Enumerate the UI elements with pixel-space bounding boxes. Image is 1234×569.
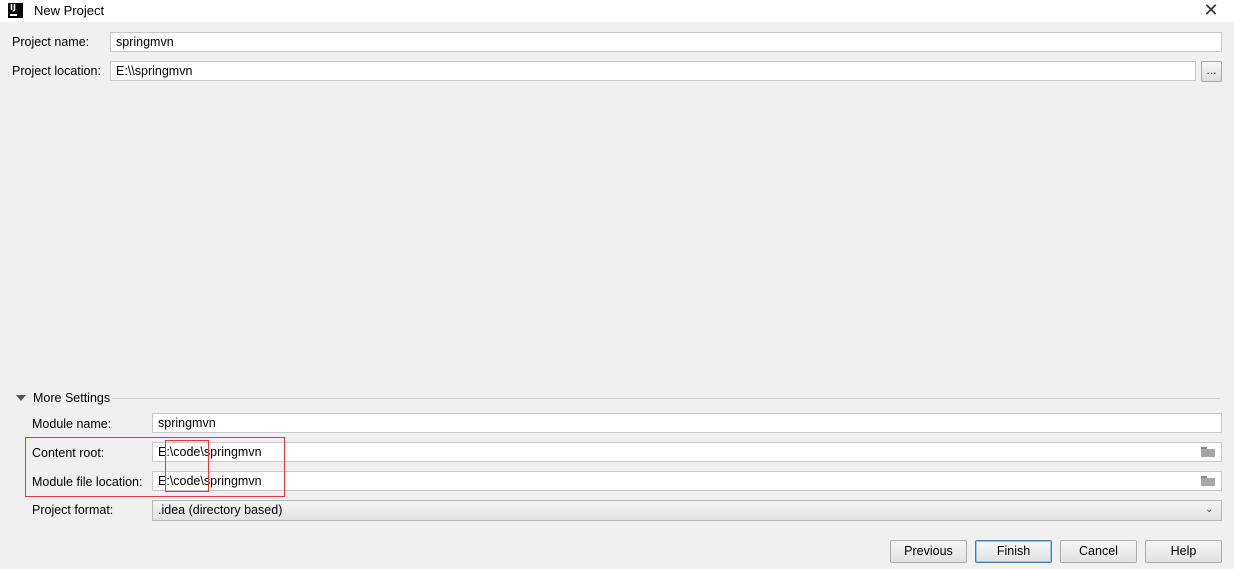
project-format-label: Project format: (32, 503, 114, 517)
cancel-button[interactable]: Cancel (1060, 540, 1137, 563)
expand-triangle-icon[interactable] (16, 395, 26, 401)
more-settings-label: More Settings (33, 391, 111, 405)
project-name-label: Project name: (12, 35, 90, 49)
browse-location-button[interactable]: ... (1201, 61, 1222, 82)
module-name-field[interactable]: springmvn (152, 413, 1222, 433)
project-location-field[interactable]: E:\\springmvn (110, 61, 1196, 81)
project-format-select[interactable]: .idea (directory based) (152, 500, 1222, 521)
project-name-field[interactable]: springmvn (110, 32, 1222, 52)
chevron-down-icon[interactable]: ⌄ (1205, 505, 1215, 515)
close-icon[interactable]: ✕ (1200, 0, 1222, 20)
finish-button[interactable]: Finish (975, 540, 1052, 563)
module-file-location-label: Module file location: (32, 475, 143, 489)
intellij-idea-icon: IJ (8, 3, 23, 18)
folder-icon[interactable] (1201, 447, 1215, 457)
folder-icon[interactable] (1201, 476, 1215, 486)
project-location-label: Project location: (12, 64, 101, 78)
previous-button[interactable]: Previous (890, 540, 967, 563)
module-name-label: Module name: (32, 417, 112, 431)
content-root-field[interactable]: E:\code\springmvn (152, 442, 1222, 462)
content-root-label: Content root: (32, 446, 105, 460)
window-title: New Project (34, 3, 105, 18)
more-settings-divider (112, 398, 1220, 399)
title-bar: IJ New Project ✕ (0, 0, 1234, 22)
help-button[interactable]: Help (1145, 540, 1222, 563)
module-file-location-field[interactable]: E:\code\springmvn (152, 471, 1222, 491)
